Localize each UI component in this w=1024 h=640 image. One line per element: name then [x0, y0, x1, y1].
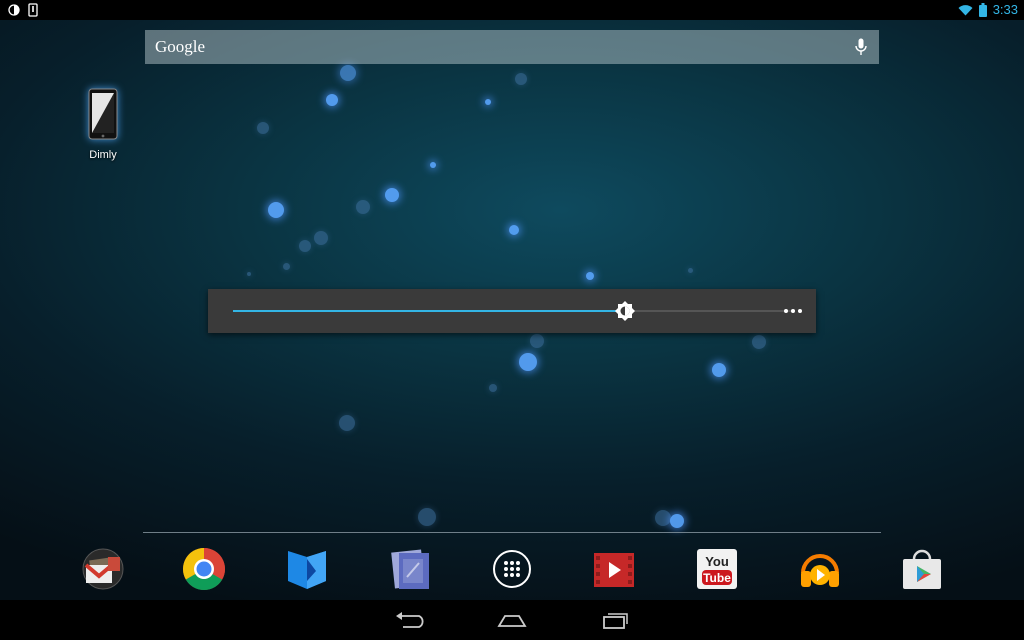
- phone-notification-icon: [28, 3, 38, 17]
- wallpaper-dot: [655, 510, 671, 526]
- gmail-icon: [82, 548, 124, 590]
- wallpaper-dot: [670, 514, 684, 528]
- wifi-icon: [958, 4, 973, 15]
- brightness-icon[interactable]: [615, 301, 635, 321]
- dock-item-play-books[interactable]: [284, 545, 330, 593]
- battery-icon: [978, 2, 987, 17]
- desktop-app-label: Dimly: [89, 149, 117, 161]
- wallpaper-dot: [257, 122, 269, 134]
- dock-divider: [143, 532, 881, 533]
- chrome-icon: [182, 548, 226, 591]
- dock-item-youtube[interactable]: You Tube: [694, 545, 740, 593]
- status-bar-notifications: [8, 3, 38, 17]
- youtube-tube-text: Tube: [703, 571, 731, 585]
- dock-item-play-magazines[interactable]: [388, 545, 434, 593]
- wallpaper-dot: [340, 65, 356, 81]
- brightness-dialog: [208, 289, 816, 333]
- wallpaper-dot: [326, 94, 338, 106]
- dot: [784, 309, 788, 313]
- mic-icon[interactable]: [855, 38, 867, 56]
- navigation-bar: [0, 600, 1024, 640]
- dock-item-play-music[interactable]: [797, 545, 843, 593]
- wallpaper-dot: [356, 200, 370, 214]
- wallpaper-dot: [314, 231, 328, 245]
- back-icon[interactable]: [393, 610, 427, 630]
- wallpaper-dot: [283, 263, 290, 270]
- play-music-icon: [801, 554, 839, 587]
- play-store-icon: [903, 549, 941, 589]
- youtube-you-text: You: [705, 554, 729, 569]
- dock-item-play-store[interactable]: [899, 545, 945, 593]
- play-magazines-icon: [391, 549, 429, 589]
- all-apps-icon: [493, 550, 531, 588]
- brightness-icon: [8, 4, 20, 16]
- clock: 3:33: [992, 2, 1018, 17]
- recents-icon[interactable]: [598, 610, 632, 630]
- brightness-slider[interactable]: [233, 301, 793, 321]
- wallpaper-dot: [688, 268, 693, 273]
- dot: [798, 309, 802, 313]
- dock-item-all-apps[interactable]: [489, 545, 535, 593]
- wallpaper-dot: [515, 73, 527, 85]
- wallpaper-dot: [299, 240, 311, 252]
- wallpaper-dot: [519, 353, 537, 371]
- wallpaper-dot: [418, 508, 436, 526]
- wallpaper-dot: [247, 272, 251, 276]
- wallpaper-dot: [509, 225, 519, 235]
- play-movies-icon: [594, 553, 634, 587]
- play-books-icon: [288, 551, 326, 589]
- dock: You Tube: [0, 545, 1024, 597]
- status-bar-system: 3:33: [958, 2, 1018, 17]
- status-bar: 3:33: [0, 0, 1024, 20]
- google-search-bar[interactable]: Google: [145, 30, 879, 64]
- wallpaper-dot: [752, 335, 766, 349]
- wallpaper-dot: [489, 384, 497, 392]
- wallpaper-dot: [339, 415, 355, 431]
- wallpaper-dot: [712, 363, 726, 377]
- brightness-slider-fill: [233, 310, 625, 312]
- home-icon[interactable]: [495, 610, 529, 630]
- dock-item-gmail[interactable]: [80, 545, 126, 593]
- dimly-app-icon: [88, 88, 118, 140]
- dot: [791, 309, 795, 313]
- wallpaper-dot: [385, 188, 399, 202]
- wallpaper-dot: [586, 272, 594, 280]
- desktop-app-dimly[interactable]: Dimly: [78, 88, 128, 161]
- wallpaper-dot: [430, 162, 436, 168]
- overflow-menu-icon[interactable]: [782, 302, 804, 320]
- wallpaper-dot: [268, 202, 284, 218]
- youtube-icon: You Tube: [697, 549, 737, 589]
- wallpaper-dot: [530, 334, 544, 348]
- google-logo: Google: [155, 37, 206, 56]
- dock-item-chrome[interactable]: [181, 545, 227, 593]
- wallpaper-dot: [485, 99, 491, 105]
- dock-item-play-movies[interactable]: [591, 545, 637, 593]
